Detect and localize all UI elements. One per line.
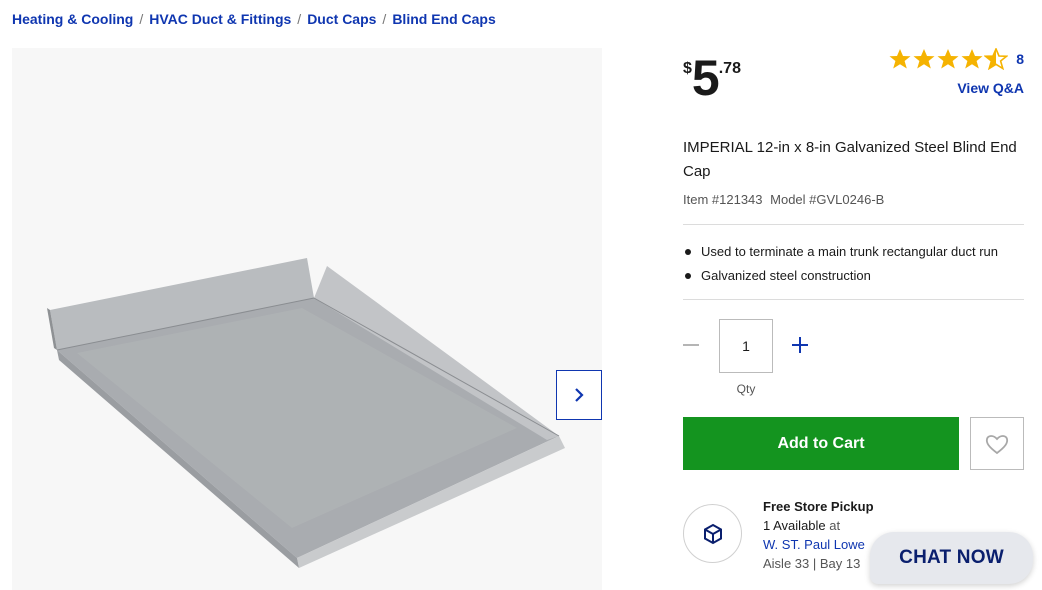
item-number: Item #121343 (683, 192, 763, 207)
pickup-icon-circle (683, 504, 742, 563)
breadcrumb-separator: / (382, 11, 387, 27)
aisle-bay: Aisle 33 | Bay 13 (763, 556, 861, 571)
product-title: IMPERIAL 12-in x 8-in Galvanized Steel B… (683, 139, 1017, 180)
store-link[interactable]: W. ST. Paul Lowe (763, 535, 874, 554)
breadcrumb-hvac-duct-fittings[interactable]: HVAC Duct & Fittings (149, 11, 291, 27)
quantity-input[interactable] (719, 319, 773, 373)
star-icon (913, 49, 935, 69)
divider (683, 224, 1024, 225)
divider (683, 299, 1024, 300)
product-highlights: Used to terminate a main trunk rectangul… (683, 240, 998, 288)
pickup-info: Free Store Pickup 1 Available at W. ST. … (763, 497, 874, 573)
item-identifiers: Item #121343 Model #GVL0246-B (683, 192, 888, 207)
highlight-item: Galvanized steel construction (683, 264, 998, 288)
heart-icon (985, 434, 1009, 454)
quantity-increase-button[interactable] (790, 334, 810, 356)
price-whole: 5 (691, 50, 720, 106)
quantity-label: Qty (736, 382, 756, 396)
highlight-item: Used to terminate a main trunk rectangul… (683, 240, 998, 264)
half-star-icon (984, 48, 1009, 70)
star-rating (888, 48, 1009, 70)
star-icon (961, 49, 983, 69)
review-count[interactable]: 8 (1016, 51, 1024, 67)
price-cents: .78 (718, 60, 741, 77)
pickup-at: at (825, 518, 841, 533)
model-number: Model #GVL0246-B (770, 192, 885, 207)
chevron-right-icon (575, 388, 584, 402)
product-image-gallery (12, 48, 602, 590)
breadcrumb-separator: / (297, 11, 302, 27)
price-currency: $ (683, 60, 692, 77)
breadcrumb-blind-end-caps[interactable]: Blind End Caps (392, 11, 495, 27)
product-price: $ 5 .78 (683, 50, 741, 106)
pickup-availability: 1 Available at (763, 516, 874, 535)
breadcrumb-duct-caps[interactable]: Duct Caps (307, 11, 376, 27)
breadcrumb-heating-cooling[interactable]: Heating & Cooling (12, 11, 133, 27)
breadcrumb-separator: / (139, 11, 144, 27)
view-qa-link[interactable]: View Q&A (957, 80, 1024, 96)
pickup-heading: Free Store Pickup (763, 499, 874, 514)
chat-now-button[interactable]: CHAT NOW (870, 532, 1033, 584)
add-to-favorites-button[interactable] (970, 417, 1024, 470)
minus-icon (683, 344, 699, 346)
product-rating[interactable]: 8 (888, 48, 1024, 70)
pickup-box-icon (703, 523, 722, 544)
breadcrumb: Heating & Cooling / HVAC Duct & Fittings… (12, 11, 496, 27)
add-to-cart-button[interactable]: Add to Cart (683, 417, 959, 470)
product-image (47, 258, 565, 568)
star-icon (937, 49, 959, 69)
quantity-decrease-button[interactable] (682, 334, 700, 356)
next-image-button[interactable] (556, 370, 602, 420)
available-count: 1 Available (763, 518, 826, 533)
star-icon (889, 49, 911, 69)
plus-icon (792, 337, 808, 353)
